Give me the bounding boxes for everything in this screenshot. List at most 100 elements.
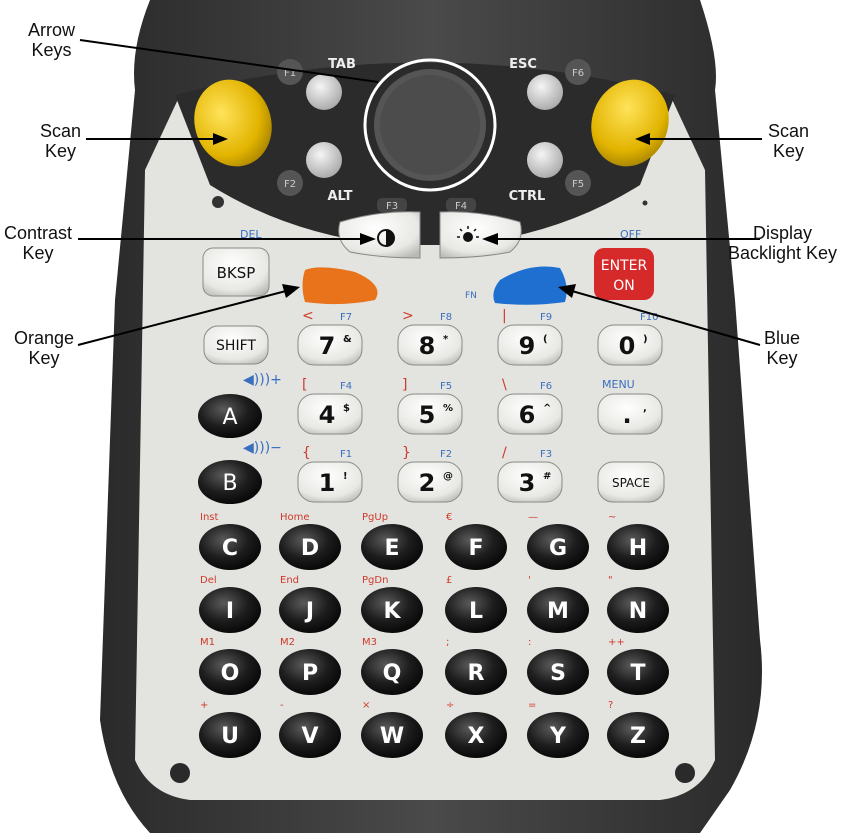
- letter-key-h[interactable]: H: [607, 524, 669, 570]
- svg-text:F5: F5: [572, 179, 584, 190]
- num-key-fn: F9: [540, 312, 552, 323]
- svg-text:A: A: [222, 405, 237, 430]
- menu-label: MENU: [602, 378, 635, 391]
- letter-key-label: H: [629, 536, 647, 561]
- contrast-key-callout: Contrast Key: [4, 223, 73, 263]
- letter-key-k[interactable]: K: [361, 587, 423, 633]
- letter-key-alt-label: =: [528, 700, 536, 711]
- letter-key-y[interactable]: Y: [527, 712, 589, 758]
- space-key[interactable]: SPACE: [597, 461, 665, 503]
- letter-key-label: K: [383, 599, 401, 624]
- scan-key-left-callout: Scan Key: [40, 121, 82, 161]
- letter-key-label: X: [468, 724, 485, 749]
- letter-key-e[interactable]: E: [361, 524, 423, 570]
- letter-key-alt-label: :: [528, 637, 531, 648]
- letter-key-label: I: [226, 599, 234, 624]
- num-key-main: 6: [519, 401, 536, 429]
- num-key-8[interactable]: 8 *: [397, 324, 463, 366]
- tab-label: TAB: [328, 57, 356, 72]
- num-key-fn: F2: [440, 449, 452, 460]
- num-key-2[interactable]: 2 @: [397, 461, 463, 503]
- num-key-4[interactable]: 4 $: [297, 393, 363, 435]
- letter-key-u[interactable]: U: [199, 712, 261, 758]
- letter-key-label: P: [302, 661, 318, 686]
- num-key-alt: }: [402, 445, 411, 461]
- letter-key-label: C: [222, 536, 238, 561]
- num-key-6[interactable]: 6 ^: [497, 393, 563, 435]
- tab-key[interactable]: [306, 74, 342, 110]
- display-backlight-key[interactable]: [439, 211, 522, 259]
- num-key-fn: F3: [540, 449, 552, 460]
- letter-key-w[interactable]: W: [361, 712, 423, 758]
- ctrl-label: CTRL: [509, 189, 546, 204]
- letter-key-i[interactable]: I: [199, 587, 261, 633]
- num-key-fn: F8: [440, 312, 452, 323]
- svg-text:◀)))−: ◀)))−: [243, 440, 282, 456]
- letter-key-alt-label: ': [528, 575, 531, 586]
- corner-screw-left: [170, 763, 190, 783]
- letter-key-label: Q: [383, 661, 402, 686]
- indicator-dot: [642, 200, 648, 206]
- letter-key-x[interactable]: X: [445, 712, 507, 758]
- letter-key-alt-label: ~: [608, 512, 616, 523]
- num-key-fn: F6: [540, 381, 552, 392]
- letter-key-m[interactable]: M: [527, 587, 589, 633]
- num-key-9[interactable]: 9(: [497, 324, 563, 366]
- letter-key-alt-label: ?: [608, 700, 613, 711]
- letter-key-s[interactable]: S: [527, 649, 589, 695]
- letter-key-f[interactable]: F: [445, 524, 507, 570]
- letter-key-q[interactable]: Q: [361, 649, 423, 695]
- letter-key-z[interactable]: Z: [607, 712, 669, 758]
- letter-key-label: W: [380, 724, 404, 749]
- num-key-fn: F4: [340, 381, 352, 392]
- letter-key-l[interactable]: L: [445, 587, 507, 633]
- shift-key[interactable]: SHIFT: [203, 325, 269, 365]
- letter-key-label: F: [468, 536, 483, 561]
- esc-key[interactable]: [527, 74, 563, 110]
- f2-badge: F2: [277, 170, 303, 196]
- bksp-key[interactable]: BKSP: [202, 247, 270, 297]
- esc-label: ESC: [509, 57, 537, 72]
- num-key-alt: /: [502, 445, 507, 461]
- svg-text:BKSP: BKSP: [217, 264, 256, 282]
- ctrl-key[interactable]: [527, 142, 563, 178]
- letter-key-n[interactable]: N: [607, 587, 669, 633]
- letter-key-t[interactable]: T: [607, 649, 669, 695]
- arrow-keys-callout: Arrow Keys: [28, 20, 76, 60]
- letter-key-j[interactable]: J: [279, 587, 341, 633]
- letter-key-p[interactable]: P: [279, 649, 341, 695]
- alt-key[interactable]: [306, 142, 342, 178]
- letter-key-alt-label: ×: [362, 700, 370, 711]
- num-key-alt: <: [302, 308, 314, 324]
- num-key-sup: @: [443, 471, 453, 482]
- letter-key-label: O: [221, 661, 240, 686]
- a-key[interactable]: A: [198, 394, 262, 438]
- num-key-main: 5: [419, 401, 436, 429]
- letter-key-c[interactable]: C: [199, 524, 261, 570]
- letter-key-r[interactable]: R: [445, 649, 507, 695]
- b-key[interactable]: B: [198, 460, 262, 504]
- letter-key-d[interactable]: D: [279, 524, 341, 570]
- num-key-7[interactable]: 7 &: [297, 324, 363, 366]
- num-key-sup: *: [443, 334, 449, 345]
- num-key-alt: \: [502, 377, 507, 393]
- enter-key[interactable]: ENTER ON: [594, 248, 654, 300]
- num-key-5[interactable]: 5%: [397, 393, 463, 435]
- num-key-1[interactable]: 1!: [297, 461, 363, 503]
- letter-key-o[interactable]: O: [199, 649, 261, 695]
- letter-key-alt-label: PgDn: [362, 575, 388, 586]
- letter-key-label: D: [301, 536, 319, 561]
- num-key-sup: (: [543, 334, 548, 345]
- num-key-period[interactable]: .,: [597, 393, 663, 435]
- num-key-main: 3: [519, 469, 536, 497]
- svg-text:SHIFT: SHIFT: [216, 338, 256, 354]
- num-key-main: 8: [419, 332, 436, 360]
- letter-key-label: Z: [630, 724, 646, 749]
- num-key-0[interactable]: 0): [597, 324, 663, 366]
- f6-badge: F6: [565, 59, 591, 85]
- letter-key-alt-label: €: [446, 512, 452, 523]
- letter-key-alt-label: Del: [200, 575, 217, 586]
- num-key-3[interactable]: 3 #: [497, 461, 563, 503]
- letter-key-g[interactable]: G: [527, 524, 589, 570]
- letter-key-v[interactable]: V: [279, 712, 341, 758]
